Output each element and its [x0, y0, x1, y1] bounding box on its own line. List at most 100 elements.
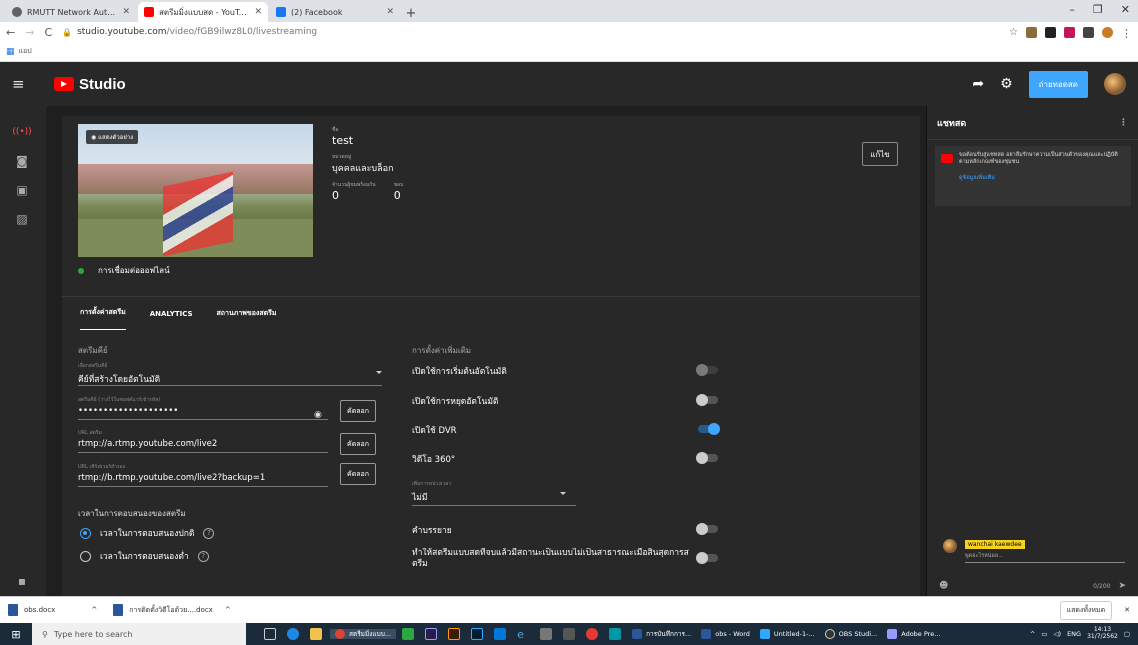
- auto-stop-toggle[interactable]: [696, 394, 718, 406]
- clock[interactable]: 14:13 31/7/2562: [1087, 627, 1118, 640]
- close-window-icon[interactable]: ✕: [1121, 3, 1130, 16]
- new-tab-button[interactable]: +: [402, 4, 420, 22]
- minimize-icon[interactable]: –: [1069, 3, 1075, 16]
- studio-logo[interactable]: Studio: [54, 76, 126, 93]
- tab-stream-health[interactable]: สถานภาพของสตรีม: [217, 297, 277, 331]
- help-icon[interactable]: ?: [203, 527, 215, 539]
- extension-icon[interactable]: [1026, 26, 1037, 38]
- taskbar-app[interactable]: Adobe Pre...: [882, 629, 945, 639]
- network-icon[interactable]: ▭: [1041, 630, 1047, 638]
- taskbar-app[interactable]: obs - Word: [696, 629, 755, 639]
- download-item[interactable]: การติดตั้งวิดีโอด้วย....docx ^: [113, 604, 231, 616]
- chat-input[interactable]: พูดอะไรหน่อย...: [965, 552, 1125, 563]
- app-icon[interactable]: [402, 628, 415, 640]
- delay-select[interactable]: เพิ่มการหน่วงเวลา ไม่มี: [412, 480, 576, 506]
- download-item[interactable]: obs.docx ^: [8, 604, 97, 616]
- url-field[interactable]: 🔒 studio.youtube.com/video/fGB9ilwz8L0/l…: [62, 27, 999, 37]
- apps-grid-icon[interactable]: ▦: [6, 47, 15, 57]
- hamburger-icon[interactable]: ≡: [12, 75, 42, 93]
- app-icon[interactable]: [563, 628, 576, 640]
- eye-icon[interactable]: ◉: [314, 410, 322, 420]
- feedback-icon[interactable]: ▪: [12, 571, 32, 591]
- video-360-toggle[interactable]: [696, 452, 718, 464]
- dvr-toggle[interactable]: [698, 423, 720, 435]
- live-icon[interactable]: ((•)): [12, 122, 32, 142]
- apps-label[interactable]: แอป: [19, 46, 32, 57]
- eye-icon: ◉: [91, 134, 97, 141]
- language-indicator[interactable]: ENG: [1067, 630, 1081, 638]
- taskbar-app[interactable]: OBS Studi...: [820, 629, 883, 639]
- captions-label: คำบรรยาย: [412, 526, 452, 536]
- stream-url-field[interactable]: URL สตรีม rtmp://a.rtmp.youtube.com/live…: [78, 429, 328, 453]
- maximize-icon[interactable]: ❐: [1093, 3, 1103, 16]
- reload-icon[interactable]: C: [44, 26, 52, 39]
- extension-icon[interactable]: [1064, 26, 1075, 38]
- copy-url-button[interactable]: คัดลอก: [340, 433, 376, 455]
- close-icon[interactable]: ✕: [386, 7, 394, 17]
- stream-key-field[interactable]: สตรีมคีย์ (วางไว้ในซอฟต์แวร์เข้ารหัส) ••…: [78, 396, 328, 420]
- extension-icon[interactable]: [1045, 26, 1056, 38]
- camera-icon[interactable]: ◙: [12, 151, 32, 171]
- edge-icon[interactable]: [287, 628, 299, 640]
- menu-icon[interactable]: ⋮: [1121, 27, 1132, 40]
- send-icon[interactable]: ➤: [1118, 581, 1126, 591]
- close-icon[interactable]: ✕: [1124, 606, 1130, 614]
- video-manager-icon[interactable]: ▨: [12, 209, 32, 229]
- close-icon[interactable]: ✕: [254, 7, 262, 17]
- share-icon[interactable]: ➦: [972, 76, 984, 92]
- learn-more-link[interactable]: ดูข้อมูลเพิ่มเติม: [959, 175, 1125, 182]
- app-icon[interactable]: [586, 628, 599, 640]
- chevron-up-icon[interactable]: ^: [225, 606, 231, 614]
- extension-icon[interactable]: [1083, 26, 1094, 38]
- taskbar-app[interactable]: สตรีมมิ่งแบบ...: [330, 629, 397, 639]
- edit-button[interactable]: แก้ไข: [862, 142, 898, 166]
- go-live-button[interactable]: ถ่ายทอดสด: [1028, 70, 1088, 98]
- auto-start-toggle[interactable]: [696, 364, 718, 376]
- chevron-up-icon[interactable]: ^: [1030, 630, 1035, 638]
- help-icon[interactable]: ?: [197, 550, 209, 562]
- copy-key-button[interactable]: คัดลอก: [340, 400, 376, 422]
- profile-icon[interactable]: [1102, 26, 1113, 38]
- latency-normal-radio[interactable]: เวลาในการตอบสนองปกติ ?: [80, 526, 215, 540]
- chevron-up-icon[interactable]: ^: [91, 606, 97, 614]
- ie-icon[interactable]: e: [517, 628, 529, 641]
- studio-brand: Studio: [79, 75, 126, 93]
- task-view-icon[interactable]: [264, 628, 276, 640]
- taskbar-app[interactable]: การบันทึกการ...: [627, 629, 696, 639]
- stream-key-select[interactable]: เลือกสตรีมคีย์ คีย์ที่สร้างโดยอัตโนมัติ: [78, 362, 382, 386]
- copy-backup-url-button[interactable]: คัดลอก: [340, 463, 376, 485]
- calendar-icon[interactable]: ▣: [12, 180, 32, 200]
- browser-tab-active[interactable]: สตรีมมิ่งแบบสด - YouTube Studio ✕: [138, 2, 268, 22]
- windows-start-icon[interactable]: ⊞: [0, 628, 32, 641]
- gear-icon[interactable]: ⚙: [1000, 76, 1013, 92]
- tab-stream-settings[interactable]: การตั้งค่าสตรีม: [80, 297, 126, 331]
- latency-low-radio[interactable]: เวลาในการตอบสนองต่ำ ?: [80, 549, 209, 563]
- tab-analytics[interactable]: ANALYTICS: [150, 297, 193, 331]
- avatar[interactable]: [1104, 73, 1126, 95]
- browser-tab[interactable]: RMUTT Network Authentication ✕: [6, 2, 136, 22]
- app-icon[interactable]: [609, 628, 622, 640]
- illustrator-icon[interactable]: [448, 628, 461, 640]
- unlist-toggle[interactable]: [696, 552, 718, 564]
- emoji-icon[interactable]: ☻: [939, 581, 948, 591]
- forward-icon[interactable]: →: [25, 26, 34, 39]
- app-icon[interactable]: [494, 628, 507, 640]
- browser-tab[interactable]: (2) Facebook ✕: [270, 2, 400, 22]
- volume-icon[interactable]: ◁): [1054, 630, 1062, 638]
- premiere-icon[interactable]: [425, 628, 438, 640]
- photoshop-icon[interactable]: [471, 628, 484, 640]
- show-all-button[interactable]: แสดงทั้งหมด: [1059, 600, 1113, 620]
- file-explorer-icon[interactable]: [310, 628, 322, 640]
- back-icon[interactable]: ←: [6, 26, 15, 39]
- app-icon[interactable]: [540, 628, 553, 640]
- globe-icon: [12, 7, 22, 17]
- taskbar-app[interactable]: Untitled-1-...: [755, 629, 820, 639]
- dvr-label: เปิดใช้ DVR: [412, 426, 457, 436]
- star-icon[interactable]: ☆: [1009, 27, 1018, 38]
- taskbar-search[interactable]: ⚲ Type here to search: [32, 623, 246, 645]
- captions-toggle[interactable]: [696, 523, 718, 535]
- close-icon[interactable]: ✕: [122, 7, 130, 17]
- backup-url-field[interactable]: URL เซิร์ฟเวอร์สำรอง rtmp://b.rtmp.youtu…: [78, 463, 328, 487]
- notifications-icon[interactable]: ▢: [1124, 630, 1130, 638]
- more-icon[interactable]: ⋮: [1119, 118, 1128, 128]
